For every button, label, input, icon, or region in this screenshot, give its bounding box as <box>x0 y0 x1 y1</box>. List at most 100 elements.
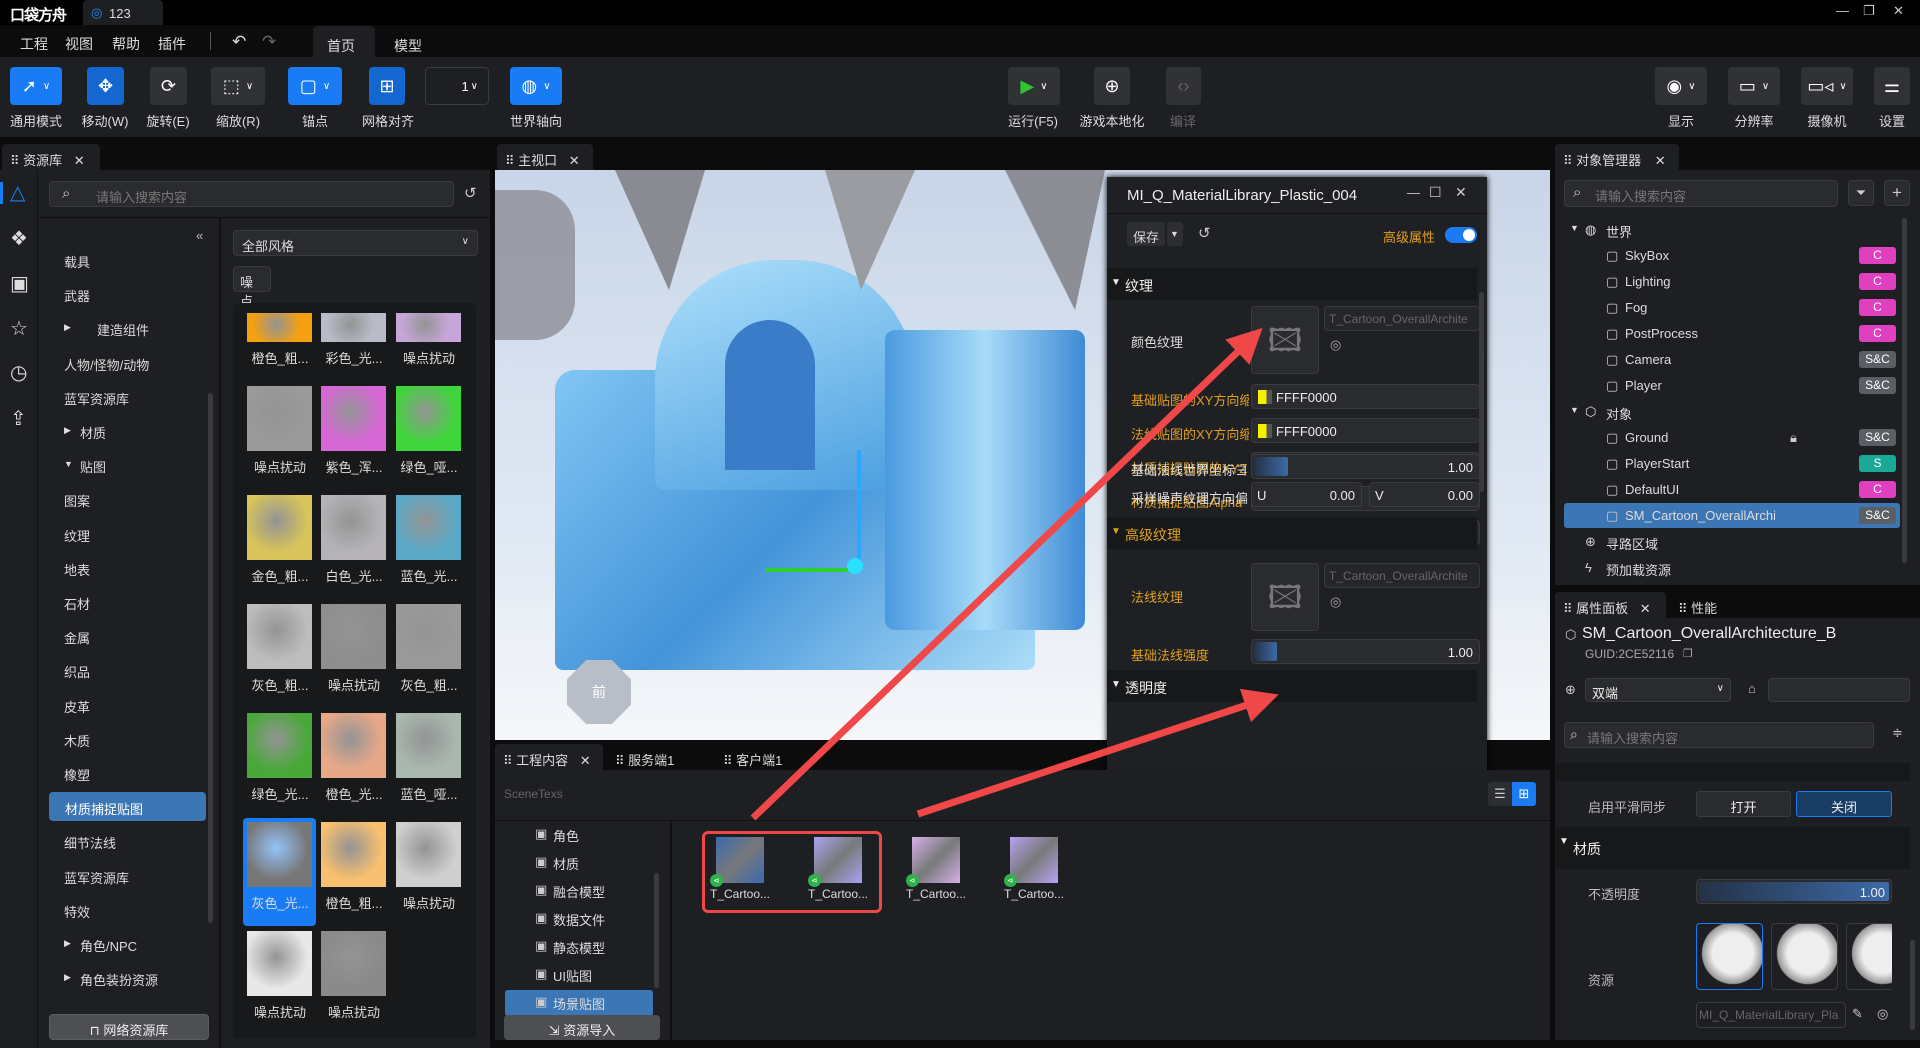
tab-performance[interactable]: ⠿ 性能 <box>1670 592 1756 618</box>
collapse-icon[interactable]: « <box>196 228 203 243</box>
tree-item[interactable]: SkyBox <box>1625 248 1775 263</box>
project-tab[interactable]: ◎ 123 <box>83 0 163 25</box>
section-transparency[interactable]: 透明度 <box>1107 670 1477 702</box>
material-thumbnail[interactable] <box>1696 923 1763 990</box>
tree-scrollbar[interactable] <box>1902 218 1907 563</box>
menu-project[interactable]: 工程 <box>20 34 48 54</box>
category-item[interactable]: 蓝军资源库 <box>64 868 129 887</box>
material-thumbnail[interactable] <box>1771 923 1838 990</box>
resource-field[interactable]: MI_Q_MaterialLibrary_Pla <box>1696 1002 1846 1028</box>
asset-label[interactable]: 噪点扰动 <box>314 1002 394 1021</box>
section-advanced-texture[interactable]: 高级纹理 <box>1107 517 1477 549</box>
category-item[interactable]: 石材 <box>64 594 90 613</box>
asset-thumbnail[interactable] <box>321 822 386 887</box>
category-item[interactable]: UI贴图 <box>553 966 592 985</box>
asset-label[interactable]: 紫色_浑... <box>314 457 394 476</box>
gizmo-y-axis[interactable] <box>765 568 859 572</box>
asset-thumbnail[interactable] <box>247 822 312 887</box>
shapes-icon[interactable]: △ <box>10 180 25 205</box>
asset-label[interactable]: 灰色_粗... <box>240 675 320 694</box>
tag-input[interactable] <box>1768 678 1910 702</box>
tab-home[interactable]: 首页 <box>313 26 375 57</box>
tree-item[interactable]: Ground <box>1625 430 1775 445</box>
color-texture-slot[interactable]: 🖾 <box>1251 306 1319 374</box>
category-item[interactable]: 纹理 <box>64 526 90 545</box>
reset-icon[interactable]: ↺ <box>1198 224 1211 242</box>
caret-down-icon[interactable]: ▼ <box>64 459 73 469</box>
caret-down-icon[interactable]: ▼ <box>1570 223 1579 233</box>
locate-icon[interactable]: ◎ <box>1330 594 1341 610</box>
asset-thumbnail[interactable] <box>396 495 461 560</box>
category-item[interactable]: 皮革 <box>64 697 90 716</box>
close-icon[interactable]: ✕ <box>1455 184 1467 201</box>
anchor-button[interactable]: ▢ ∨ <box>288 67 342 105</box>
asset-thumbnail[interactable] <box>321 931 386 996</box>
category-scrollbar[interactable] <box>208 393 213 923</box>
category-scrollbar[interactable] <box>654 873 659 988</box>
scale-button[interactable]: ⬚ ∨ <box>211 67 265 105</box>
display-button[interactable]: ◉ ∨ <box>1655 67 1707 105</box>
close-icon[interactable]: ✕ <box>580 753 591 768</box>
grid-view-button[interactable]: ⊞ <box>1512 782 1536 806</box>
category-item[interactable]: 细节法线 <box>64 833 116 852</box>
asset-label[interactable]: 噪点扰动 <box>240 1002 320 1021</box>
advanced-toggle[interactable] <box>1445 227 1477 243</box>
asset-thumbnail[interactable] <box>396 386 461 451</box>
close-icon[interactable]: ✕ <box>74 153 85 168</box>
locate-icon[interactable]: ◎ <box>1330 337 1341 353</box>
category-item[interactable]: 地表 <box>64 560 90 579</box>
normal-texture-field[interactable]: T_Cartoon_OverallArchite <box>1324 563 1480 588</box>
menu-help[interactable]: 帮助 <box>112 34 140 54</box>
category-item[interactable]: 建造组件 <box>97 320 149 339</box>
asset-thumbnail[interactable] <box>247 386 312 451</box>
caret-down-icon[interactable]: ▼ <box>1570 405 1579 415</box>
category-item[interactable]: 材质捕捉贴图 <box>49 792 206 822</box>
asset-label[interactable]: 噪点扰动 <box>389 348 469 367</box>
list-view-button[interactable]: ☰ <box>1488 782 1512 806</box>
resolution-button[interactable]: ▭ ∨ <box>1728 67 1780 105</box>
category-item[interactable]: 角色/NPC <box>80 936 137 955</box>
edit-icon[interactable]: ✎ <box>1852 1006 1863 1022</box>
minimize-button[interactable]: — <box>1836 3 1849 18</box>
asset-label[interactable]: 蓝色_光... <box>389 566 469 585</box>
save-button[interactable]: 保存 <box>1127 222 1165 246</box>
object-search-input[interactable]: ⌕ 请输入搜索内容 <box>1564 180 1838 207</box>
tag-noise[interactable]: 噪点 <box>233 266 271 309</box>
category-item[interactable]: 数据文件 <box>553 910 605 929</box>
asset-thumbnail[interactable] <box>396 713 461 778</box>
grid-size-select[interactable]: 1 ∨ <box>425 67 489 105</box>
tree-group[interactable]: 世界 <box>1606 222 1632 241</box>
tab-server[interactable]: ⠿ 服务端1 <box>607 744 707 770</box>
color-swatch[interactable] <box>1258 424 1272 438</box>
import-button[interactable]: ⇲ 资源导入 <box>504 1015 660 1040</box>
save-dropdown-button[interactable]: ▼ <box>1167 222 1183 246</box>
asset-thumbnail[interactable] <box>396 822 461 887</box>
tab-project-content[interactable]: ⠿ 工程内容 ✕ <box>495 744 603 770</box>
asset-thumbnail[interactable] <box>321 313 386 342</box>
noise-v-field[interactable]: V 0.00 <box>1369 482 1480 507</box>
style-select[interactable]: 全部风格 ∨ <box>233 230 478 256</box>
asset-label[interactable]: 橙色_粗... <box>240 348 320 367</box>
asset-label[interactable]: 橙色_粗... <box>314 893 394 912</box>
caret-right-icon[interactable]: ▶ <box>64 972 71 983</box>
tree-group[interactable]: 对象 <box>1606 404 1632 423</box>
tree-item[interactable]: 预加载资源 <box>1606 560 1671 579</box>
toolbox-icon[interactable]: ▣ <box>10 271 29 296</box>
category-item[interactable]: 橡塑 <box>64 765 90 784</box>
asset-thumbnail[interactable] <box>247 604 312 669</box>
asset-search-input[interactable]: ⌕ 请输入搜索内容 <box>49 181 454 207</box>
caret-right-icon[interactable]: ▶ <box>64 322 71 333</box>
tab-model[interactable]: 模型 <box>380 26 436 57</box>
asset-label[interactable]: 金色_粗... <box>240 566 320 585</box>
category-item[interactable]: 材质 <box>80 423 106 442</box>
category-item[interactable]: 金属 <box>64 628 90 647</box>
close-window-button[interactable]: ✕ <box>1893 3 1904 19</box>
localization-button[interactable]: ⊕ <box>1094 67 1130 105</box>
category-item[interactable]: 静态模型 <box>553 938 605 957</box>
category-item[interactable]: 材质 <box>553 854 579 873</box>
history-icon[interactable]: ◷ <box>10 360 27 385</box>
asset-thumbnail[interactable] <box>396 313 461 342</box>
noise-u-field[interactable]: U 0.00 <box>1251 482 1362 507</box>
asset-label[interactable]: 灰色_粗... <box>389 675 469 694</box>
asset-item[interactable]: ⋖ T_Cartoo... <box>896 837 976 901</box>
